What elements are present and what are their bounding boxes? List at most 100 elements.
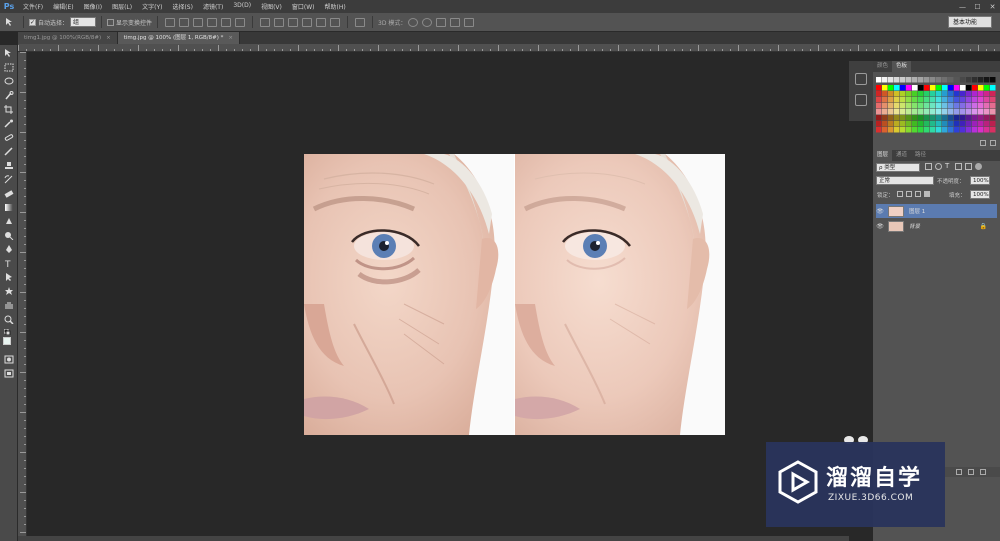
brush-tool-icon[interactable]	[4, 147, 14, 156]
blend-mode-dropdown[interactable]: 正常	[876, 176, 934, 185]
color-swatch[interactable]	[894, 91, 900, 97]
color-swatch[interactable]	[954, 85, 960, 91]
color-swatch[interactable]	[948, 91, 954, 97]
move-tool-icon[interactable]	[4, 49, 14, 58]
distribute-right-icon[interactable]	[330, 17, 341, 27]
color-swatch[interactable]	[966, 127, 972, 133]
color-swatch[interactable]	[906, 115, 912, 121]
color-swatch[interactable]	[882, 121, 888, 127]
color-swatch[interactable]	[906, 91, 912, 97]
color-swatch[interactable]	[924, 115, 930, 121]
color-swatch[interactable]	[912, 77, 918, 83]
color-swatch[interactable]	[894, 77, 900, 83]
color-swatch[interactable]	[882, 103, 888, 109]
tab-timg1[interactable]: timg1.jpg @ 100%(RGB/8#) ×	[18, 32, 118, 44]
color-swatch[interactable]	[912, 121, 918, 127]
color-swatch[interactable]	[912, 85, 918, 91]
color-swatch[interactable]	[918, 97, 924, 103]
color-swatch[interactable]	[936, 121, 942, 127]
color-swatch[interactable]	[954, 121, 960, 127]
color-swatch[interactable]	[936, 109, 942, 115]
tab-timg[interactable]: timg.jpg @ 100% (图层 1, RGB/8#) * ×	[117, 32, 240, 44]
menu-item[interactable]: 图像(I)	[79, 2, 107, 11]
color-swatch[interactable]	[906, 85, 912, 91]
color-swatch[interactable]	[966, 109, 972, 115]
color-swatch[interactable]	[966, 77, 972, 83]
color-swatch[interactable]	[942, 77, 948, 83]
color-swatch[interactable]	[990, 121, 996, 127]
3d-rotate-icon[interactable]	[408, 17, 419, 27]
color-swatch[interactable]	[882, 77, 888, 83]
menu-item[interactable]: 选择(S)	[167, 2, 198, 11]
color-swatch[interactable]	[948, 109, 954, 115]
color-swatch[interactable]	[924, 127, 930, 133]
color-swatch[interactable]	[876, 103, 882, 109]
opacity-input[interactable]: 100%	[970, 176, 990, 185]
color-swatch[interactable]	[900, 103, 906, 109]
fill-input[interactable]: 100%	[970, 190, 990, 199]
layer-row-layer1[interactable]: 👁 图层 1	[876, 204, 997, 218]
color-swatch[interactable]	[894, 103, 900, 109]
color-swatch[interactable]	[882, 109, 888, 115]
color-swatch[interactable]	[924, 109, 930, 115]
color-swatch[interactable]	[924, 85, 930, 91]
color-swatch[interactable]	[900, 127, 906, 133]
layer-row-background[interactable]: 👁 背景 🔒	[876, 219, 997, 233]
color-swatch[interactable]	[972, 91, 978, 97]
color-swatch[interactable]	[882, 91, 888, 97]
color-swatch[interactable]	[888, 115, 894, 121]
color-swatch[interactable]	[888, 121, 894, 127]
color-swatch[interactable]	[906, 77, 912, 83]
distribute-vcenter-icon[interactable]	[274, 17, 285, 27]
tab-swatches[interactable]: 色板	[892, 61, 912, 72]
color-swatch[interactable]	[924, 77, 930, 83]
color-swatch[interactable]	[954, 109, 960, 115]
color-swatch[interactable]	[930, 109, 936, 115]
history-brush-tool-icon[interactable]	[4, 175, 14, 184]
adjustment-filter-icon[interactable]	[935, 163, 942, 170]
color-swatch[interactable]	[888, 109, 894, 115]
color-swatch[interactable]	[924, 97, 930, 103]
color-swatch[interactable]	[930, 77, 936, 83]
new-swatch-icon[interactable]	[980, 140, 986, 146]
align-bottom-icon[interactable]	[193, 17, 204, 27]
color-swatch[interactable]	[984, 97, 990, 103]
color-swatch[interactable]	[930, 97, 936, 103]
minimize-button[interactable]: —	[955, 0, 970, 13]
color-swatch[interactable]	[960, 103, 966, 109]
color-swatch[interactable]	[888, 77, 894, 83]
color-swatch[interactable]	[954, 127, 960, 133]
color-swatch[interactable]	[966, 115, 972, 121]
3d-pan-icon[interactable]	[436, 17, 447, 27]
quick-select-tool-icon[interactable]	[4, 91, 14, 100]
shape-filter-icon[interactable]	[955, 163, 962, 170]
color-swatch[interactable]	[894, 121, 900, 127]
color-swatch[interactable]	[990, 127, 996, 133]
color-swatch[interactable]	[906, 103, 912, 109]
color-swatch[interactable]	[990, 91, 996, 97]
color-swatch[interactable]	[960, 97, 966, 103]
align-right-icon[interactable]	[235, 17, 246, 27]
color-swatch[interactable]	[930, 115, 936, 121]
color-swatch[interactable]	[942, 127, 948, 133]
color-swatch[interactable]	[990, 85, 996, 91]
menu-item[interactable]: 编辑(E)	[48, 2, 78, 11]
color-swatch[interactable]	[960, 91, 966, 97]
color-swatch[interactable]	[900, 109, 906, 115]
color-swatch[interactable]	[900, 77, 906, 83]
color-swatch[interactable]	[948, 85, 954, 91]
color-swatch[interactable]	[906, 109, 912, 115]
zoom-tool-icon[interactable]	[4, 315, 14, 325]
color-swatch[interactable]	[882, 115, 888, 121]
menu-item[interactable]: 文字(Y)	[137, 2, 167, 11]
color-swatch[interactable]	[978, 77, 984, 83]
auto-align-icon[interactable]	[355, 17, 366, 27]
color-swatch[interactable]	[924, 103, 930, 109]
color-swatch[interactable]	[906, 121, 912, 127]
color-swatch[interactable]	[900, 97, 906, 103]
color-swatch[interactable]	[978, 109, 984, 115]
color-swatch[interactable]	[888, 91, 894, 97]
color-swatch[interactable]	[936, 115, 942, 121]
dodge-tool-icon[interactable]	[4, 231, 14, 241]
auto-select-checkbox[interactable]: ✓	[29, 18, 36, 26]
